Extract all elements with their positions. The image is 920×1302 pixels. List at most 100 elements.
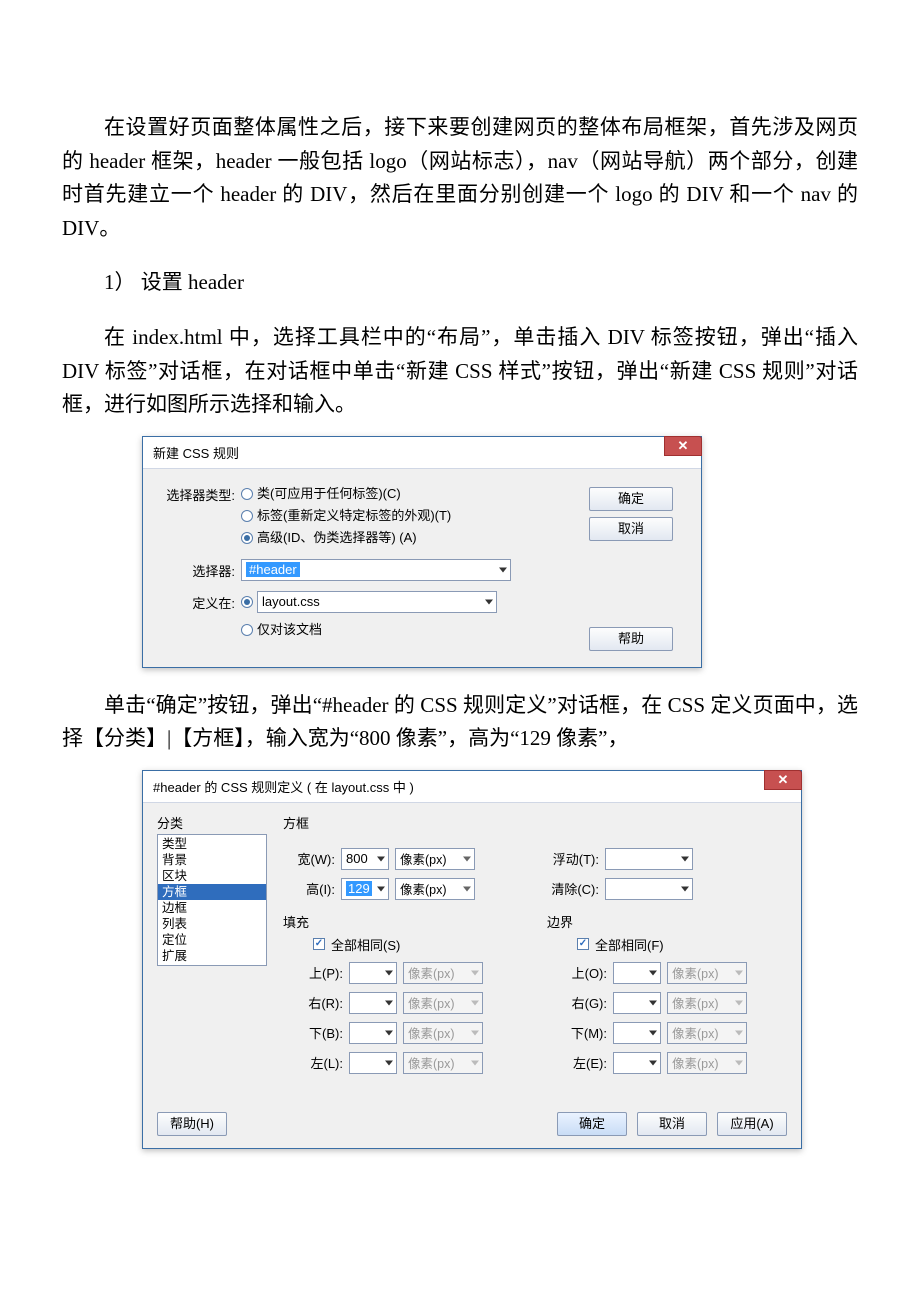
padding-left-input[interactable]: [349, 1052, 397, 1074]
checkbox-icon[interactable]: ✓: [577, 938, 589, 950]
radio-tag-option[interactable]: 标签(重新定义特定标签的外观)(T): [241, 505, 589, 527]
close-icon[interactable]: ✕: [764, 770, 802, 790]
chevron-down-icon: [385, 970, 393, 975]
margin-bottom-input[interactable]: [613, 1022, 661, 1044]
padding-top-unit: 像素(px): [403, 962, 483, 984]
category-item[interactable]: 背景: [158, 852, 266, 868]
height-unit-combo[interactable]: 像素(px): [395, 878, 475, 900]
radio-define-doc[interactable]: 仅对该文档: [241, 619, 589, 641]
padding-right-input[interactable]: [349, 992, 397, 1014]
dialog-new-css-rule-figure: 新建 CSS 规则 ✕ 选择器类型: 类(可应用于任何标签)(C): [142, 436, 858, 668]
radio-icon: [241, 624, 253, 636]
width-unit-combo[interactable]: 像素(px): [395, 848, 475, 870]
category-item[interactable]: 列表: [158, 916, 266, 932]
category-list[interactable]: 类型背景区块方框边框列表定位扩展: [157, 834, 267, 966]
define-file-combo[interactable]: layout.css: [257, 591, 497, 613]
margin-right-unit: 像素(px): [667, 992, 747, 1014]
category-item[interactable]: 类型: [158, 836, 266, 852]
radio-label: 高级(ID、伪类选择器等) (A): [257, 527, 417, 549]
cancel-button[interactable]: 取消: [637, 1112, 707, 1136]
selector-value: #header: [246, 562, 300, 577]
category-item[interactable]: 区块: [158, 868, 266, 884]
label-float: 浮动(T):: [547, 849, 599, 868]
chevron-down-icon: [735, 1030, 743, 1035]
chevron-down-icon: [681, 886, 689, 891]
label-selector-type: 选择器类型:: [155, 483, 241, 504]
label-top-o: 上(O):: [555, 963, 607, 982]
category-item[interactable]: 定位: [158, 932, 266, 948]
sidebar-head: 分类: [157, 813, 267, 832]
label-bottom-b: 下(B):: [291, 1023, 343, 1042]
radio-icon: [241, 510, 253, 522]
margin-top-unit: 像素(px): [667, 962, 747, 984]
margin-head: 边界: [547, 912, 787, 931]
chevron-down-icon: [471, 1030, 479, 1035]
label-right-g: 右(G):: [555, 993, 607, 1012]
chevron-down-icon: [463, 886, 471, 891]
selector-input[interactable]: #header: [241, 559, 511, 581]
section-title: 方框: [283, 813, 787, 832]
chevron-down-icon: [463, 856, 471, 861]
chevron-down-icon: [649, 1030, 657, 1035]
height-input[interactable]: 129: [341, 878, 389, 900]
margin-left-input[interactable]: [613, 1052, 661, 1074]
radio-advanced-option[interactable]: 高级(ID、伪类选择器等) (A): [241, 527, 589, 549]
category-item[interactable]: 边框: [158, 900, 266, 916]
chevron-down-icon: [385, 1060, 393, 1065]
cancel-button[interactable]: 取消: [589, 517, 673, 541]
heading-step-1: 1） 设置 header: [62, 266, 858, 300]
help-button[interactable]: 帮助: [589, 627, 673, 651]
radio-icon: [241, 596, 253, 608]
category-item[interactable]: 方框: [158, 884, 266, 900]
apply-button[interactable]: 应用(A): [717, 1112, 787, 1136]
chevron-down-icon: [735, 970, 743, 975]
padding-top-input[interactable]: [349, 962, 397, 984]
chevron-down-icon: [385, 1000, 393, 1005]
chevron-down-icon: [377, 886, 385, 891]
label-selector: 选择器:: [155, 559, 241, 580]
label-bottom-m: 下(M):: [555, 1023, 607, 1042]
float-combo[interactable]: [605, 848, 693, 870]
label-height: 高(I):: [283, 879, 335, 898]
radio-label: 仅对该文档: [257, 619, 322, 641]
dialog-titlebar: #header 的 CSS 规则定义 ( 在 layout.css 中 ) ✕: [143, 771, 801, 803]
checkbox-icon[interactable]: ✓: [313, 938, 325, 950]
label-clear: 清除(C):: [547, 879, 599, 898]
width-value: 800: [346, 851, 368, 866]
ok-button[interactable]: 确定: [589, 487, 673, 511]
height-value: 129: [346, 881, 372, 896]
radio-icon: [241, 488, 253, 500]
margin-bottom-unit: 像素(px): [667, 1022, 747, 1044]
chevron-down-icon: [471, 970, 479, 975]
dialog-title: #header 的 CSS 规则定义 ( 在 layout.css 中 ): [153, 777, 791, 796]
paragraph: 在设置好页面整体属性之后，接下来要创建网页的整体布局框架，首先涉及网页的 hea…: [62, 111, 858, 245]
paragraph: 单击“确定”按钮，弹出“#header 的 CSS 规则定义”对话框，在 CSS…: [62, 689, 858, 756]
radio-define-file[interactable]: layout.css: [241, 591, 589, 613]
chevron-down-icon: [735, 1000, 743, 1005]
unit-value: 像素(px): [400, 849, 447, 868]
ok-button[interactable]: 确定: [557, 1112, 627, 1136]
dialog-titlebar: 新建 CSS 规则 ✕: [143, 437, 701, 469]
margin-left-unit: 像素(px): [667, 1052, 747, 1074]
radio-icon: [241, 532, 253, 544]
chevron-down-icon: [385, 1030, 393, 1035]
radio-class-option[interactable]: 类(可应用于任何标签)(C): [241, 483, 589, 505]
clear-combo[interactable]: [605, 878, 693, 900]
label-same-s: 全部相同(S): [331, 935, 400, 954]
label-left-l: 左(L):: [291, 1053, 343, 1072]
margin-top-input[interactable]: [613, 962, 661, 984]
chevron-down-icon: [681, 856, 689, 861]
category-item[interactable]: 扩展: [158, 948, 266, 964]
label-define-in: 定义在:: [155, 591, 241, 612]
margin-right-input[interactable]: [613, 992, 661, 1014]
chevron-down-icon: [471, 1060, 479, 1065]
padding-bottom-input[interactable]: [349, 1022, 397, 1044]
radio-label: 标签(重新定义特定标签的外观)(T): [257, 505, 451, 527]
close-icon[interactable]: ✕: [664, 436, 702, 456]
help-button[interactable]: 帮助(H): [157, 1112, 227, 1136]
width-input[interactable]: 800: [341, 848, 389, 870]
dialog-css-rule-definition-figure: #header 的 CSS 规则定义 ( 在 layout.css 中 ) ✕ …: [142, 770, 858, 1149]
label-top-p: 上(P):: [291, 963, 343, 982]
label-width: 宽(W):: [283, 849, 335, 868]
paragraph: 在 index.html 中，选择工具栏中的“布局”，单击插入 DIV 标签按钮…: [62, 321, 858, 422]
